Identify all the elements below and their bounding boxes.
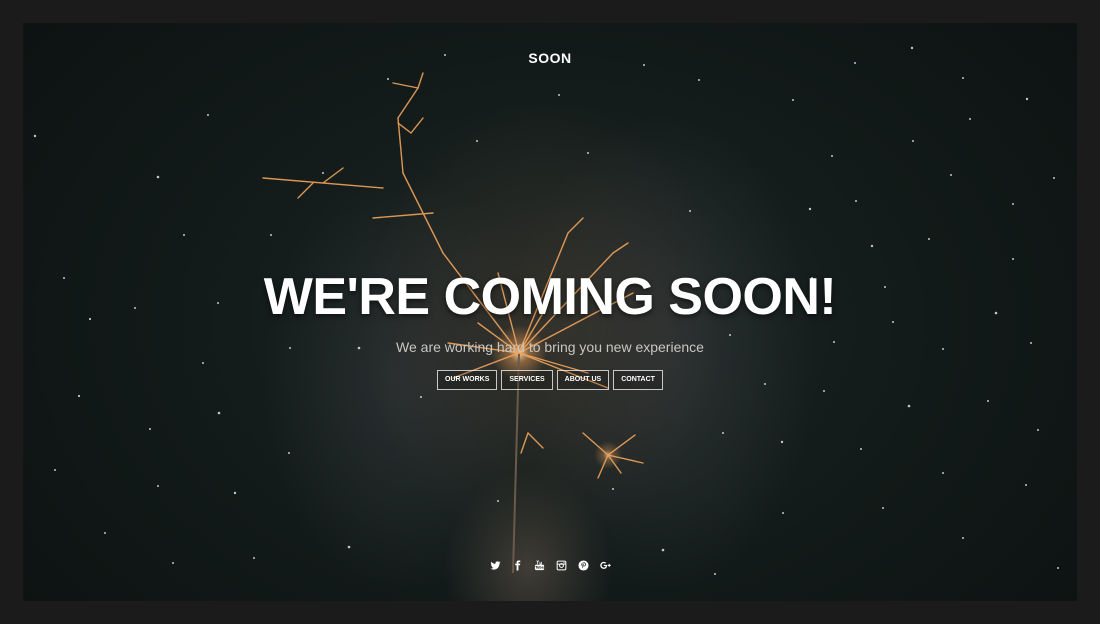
- youtube-icon[interactable]: Tube: [534, 560, 545, 571]
- social-links: Tube: [23, 560, 1077, 571]
- pinterest-icon[interactable]: [577, 560, 589, 571]
- page-title: WE'RE COMING SOON!: [263, 268, 837, 326]
- instagram-icon[interactable]: [556, 560, 567, 571]
- hero-section: SOON WE'RE COMING SOON! We are working h…: [23, 23, 1077, 601]
- brand-logo[interactable]: SOON: [23, 50, 1077, 66]
- twitter-icon[interactable]: [489, 560, 501, 571]
- page-subtitle: We are working hard to bring you new exp…: [396, 339, 704, 355]
- svg-text:Tube: Tube: [535, 566, 544, 570]
- about-us-button[interactable]: ABOUT US: [556, 370, 610, 390]
- facebook-icon[interactable]: [512, 560, 523, 571]
- google-plus-icon[interactable]: [599, 560, 611, 571]
- our-works-button[interactable]: OUR WORKS: [437, 370, 498, 390]
- contact-button[interactable]: CONTACT: [613, 370, 663, 390]
- nav-buttons: OUR WORKS SERVICES ABOUT US CONTACT: [23, 370, 1077, 390]
- services-button[interactable]: SERVICES: [501, 370, 553, 390]
